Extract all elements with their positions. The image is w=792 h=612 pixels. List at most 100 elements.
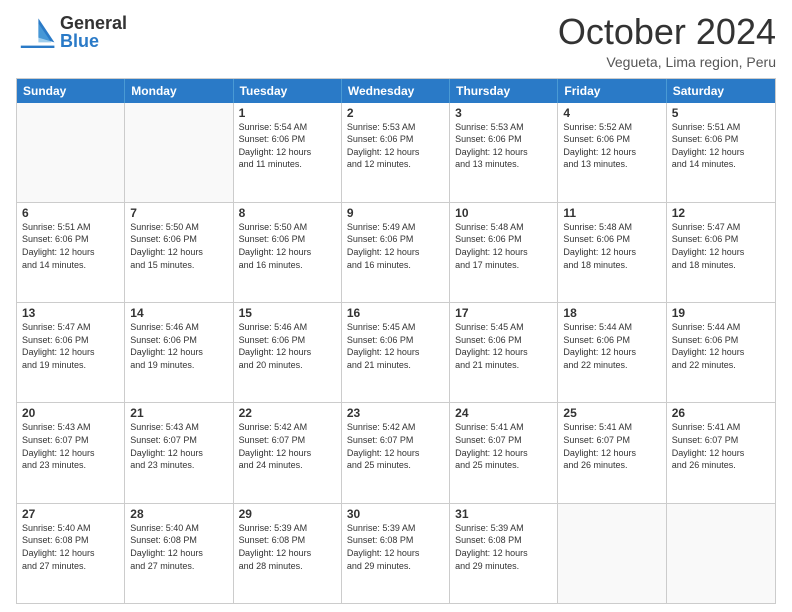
calendar-cell: 18Sunrise: 5:44 AM Sunset: 6:06 PM Dayli… xyxy=(558,303,666,402)
calendar-header: Sunday Monday Tuesday Wednesday Thursday… xyxy=(17,79,775,103)
day-info: Sunrise: 5:44 AM Sunset: 6:06 PM Dayligh… xyxy=(672,321,770,371)
calendar-cell: 30Sunrise: 5:39 AM Sunset: 6:08 PM Dayli… xyxy=(342,504,450,603)
calendar-week-5: 27Sunrise: 5:40 AM Sunset: 6:08 PM Dayli… xyxy=(17,503,775,603)
logo-wordmark: General Blue xyxy=(60,14,127,50)
location: Vegueta, Lima region, Peru xyxy=(558,54,776,70)
calendar-cell: 5Sunrise: 5:51 AM Sunset: 6:06 PM Daylig… xyxy=(667,103,775,202)
header-wednesday: Wednesday xyxy=(342,79,450,103)
day-info: Sunrise: 5:52 AM Sunset: 6:06 PM Dayligh… xyxy=(563,121,660,171)
day-info: Sunrise: 5:41 AM Sunset: 6:07 PM Dayligh… xyxy=(672,421,770,471)
calendar-cell: 29Sunrise: 5:39 AM Sunset: 6:08 PM Dayli… xyxy=(234,504,342,603)
day-info: Sunrise: 5:53 AM Sunset: 6:06 PM Dayligh… xyxy=(455,121,552,171)
calendar-cell: 2Sunrise: 5:53 AM Sunset: 6:06 PM Daylig… xyxy=(342,103,450,202)
calendar-cell: 12Sunrise: 5:47 AM Sunset: 6:06 PM Dayli… xyxy=(667,203,775,302)
day-number: 11 xyxy=(563,206,660,220)
calendar-week-4: 20Sunrise: 5:43 AM Sunset: 6:07 PM Dayli… xyxy=(17,402,775,502)
header-tuesday: Tuesday xyxy=(234,79,342,103)
day-number: 8 xyxy=(239,206,336,220)
day-info: Sunrise: 5:50 AM Sunset: 6:06 PM Dayligh… xyxy=(239,221,336,271)
day-info: Sunrise: 5:39 AM Sunset: 6:08 PM Dayligh… xyxy=(455,522,552,572)
calendar-cell: 14Sunrise: 5:46 AM Sunset: 6:06 PM Dayli… xyxy=(125,303,233,402)
calendar-cell: 15Sunrise: 5:46 AM Sunset: 6:06 PM Dayli… xyxy=(234,303,342,402)
day-info: Sunrise: 5:43 AM Sunset: 6:07 PM Dayligh… xyxy=(22,421,119,471)
day-info: Sunrise: 5:41 AM Sunset: 6:07 PM Dayligh… xyxy=(563,421,660,471)
day-info: Sunrise: 5:41 AM Sunset: 6:07 PM Dayligh… xyxy=(455,421,552,471)
calendar-cell: 26Sunrise: 5:41 AM Sunset: 6:07 PM Dayli… xyxy=(667,403,775,502)
calendar-cell: 4Sunrise: 5:52 AM Sunset: 6:06 PM Daylig… xyxy=(558,103,666,202)
month-title: October 2024 xyxy=(558,12,776,52)
day-number: 2 xyxy=(347,106,444,120)
day-number: 4 xyxy=(563,106,660,120)
calendar-cell: 21Sunrise: 5:43 AM Sunset: 6:07 PM Dayli… xyxy=(125,403,233,502)
calendar-cell xyxy=(17,103,125,202)
day-number: 28 xyxy=(130,507,227,521)
calendar-cell: 9Sunrise: 5:49 AM Sunset: 6:06 PM Daylig… xyxy=(342,203,450,302)
header-saturday: Saturday xyxy=(667,79,775,103)
day-number: 12 xyxy=(672,206,770,220)
day-info: Sunrise: 5:46 AM Sunset: 6:06 PM Dayligh… xyxy=(130,321,227,371)
day-number: 7 xyxy=(130,206,227,220)
day-info: Sunrise: 5:44 AM Sunset: 6:06 PM Dayligh… xyxy=(563,321,660,371)
calendar-cell xyxy=(125,103,233,202)
calendar-body: 1Sunrise: 5:54 AM Sunset: 6:06 PM Daylig… xyxy=(17,103,775,603)
header-monday: Monday xyxy=(125,79,233,103)
calendar-week-1: 1Sunrise: 5:54 AM Sunset: 6:06 PM Daylig… xyxy=(17,103,775,202)
calendar-cell: 7Sunrise: 5:50 AM Sunset: 6:06 PM Daylig… xyxy=(125,203,233,302)
day-info: Sunrise: 5:40 AM Sunset: 6:08 PM Dayligh… xyxy=(22,522,119,572)
calendar-week-2: 6Sunrise: 5:51 AM Sunset: 6:06 PM Daylig… xyxy=(17,202,775,302)
calendar-cell: 20Sunrise: 5:43 AM Sunset: 6:07 PM Dayli… xyxy=(17,403,125,502)
calendar-cell: 11Sunrise: 5:48 AM Sunset: 6:06 PM Dayli… xyxy=(558,203,666,302)
calendar-cell: 10Sunrise: 5:48 AM Sunset: 6:06 PM Dayli… xyxy=(450,203,558,302)
day-number: 26 xyxy=(672,406,770,420)
header: General Blue October 2024 Vegueta, Lima … xyxy=(16,12,776,70)
day-number: 21 xyxy=(130,406,227,420)
calendar-cell: 6Sunrise: 5:51 AM Sunset: 6:06 PM Daylig… xyxy=(17,203,125,302)
calendar-cell: 22Sunrise: 5:42 AM Sunset: 6:07 PM Dayli… xyxy=(234,403,342,502)
day-number: 13 xyxy=(22,306,119,320)
day-info: Sunrise: 5:51 AM Sunset: 6:06 PM Dayligh… xyxy=(672,121,770,171)
day-number: 9 xyxy=(347,206,444,220)
day-info: Sunrise: 5:42 AM Sunset: 6:07 PM Dayligh… xyxy=(347,421,444,471)
day-number: 23 xyxy=(347,406,444,420)
header-friday: Friday xyxy=(558,79,666,103)
day-info: Sunrise: 5:40 AM Sunset: 6:08 PM Dayligh… xyxy=(130,522,227,572)
day-number: 25 xyxy=(563,406,660,420)
title-area: October 2024 Vegueta, Lima region, Peru xyxy=(558,12,776,70)
day-number: 19 xyxy=(672,306,770,320)
day-number: 20 xyxy=(22,406,119,420)
day-number: 24 xyxy=(455,406,552,420)
day-info: Sunrise: 5:39 AM Sunset: 6:08 PM Dayligh… xyxy=(347,522,444,572)
calendar: Sunday Monday Tuesday Wednesday Thursday… xyxy=(16,78,776,604)
day-number: 10 xyxy=(455,206,552,220)
logo-blue-text: Blue xyxy=(60,32,127,50)
day-info: Sunrise: 5:45 AM Sunset: 6:06 PM Dayligh… xyxy=(455,321,552,371)
logo: General Blue xyxy=(16,12,127,52)
day-info: Sunrise: 5:51 AM Sunset: 6:06 PM Dayligh… xyxy=(22,221,119,271)
day-info: Sunrise: 5:47 AM Sunset: 6:06 PM Dayligh… xyxy=(672,221,770,271)
calendar-cell: 8Sunrise: 5:50 AM Sunset: 6:06 PM Daylig… xyxy=(234,203,342,302)
logo-icon xyxy=(16,12,56,52)
calendar-cell: 16Sunrise: 5:45 AM Sunset: 6:06 PM Dayli… xyxy=(342,303,450,402)
day-info: Sunrise: 5:48 AM Sunset: 6:06 PM Dayligh… xyxy=(563,221,660,271)
calendar-cell: 27Sunrise: 5:40 AM Sunset: 6:08 PM Dayli… xyxy=(17,504,125,603)
day-info: Sunrise: 5:39 AM Sunset: 6:08 PM Dayligh… xyxy=(239,522,336,572)
day-info: Sunrise: 5:47 AM Sunset: 6:06 PM Dayligh… xyxy=(22,321,119,371)
calendar-cell: 19Sunrise: 5:44 AM Sunset: 6:06 PM Dayli… xyxy=(667,303,775,402)
day-info: Sunrise: 5:43 AM Sunset: 6:07 PM Dayligh… xyxy=(130,421,227,471)
calendar-cell: 24Sunrise: 5:41 AM Sunset: 6:07 PM Dayli… xyxy=(450,403,558,502)
day-number: 17 xyxy=(455,306,552,320)
day-info: Sunrise: 5:42 AM Sunset: 6:07 PM Dayligh… xyxy=(239,421,336,471)
day-number: 14 xyxy=(130,306,227,320)
day-number: 6 xyxy=(22,206,119,220)
logo-general-text: General xyxy=(60,14,127,32)
day-number: 1 xyxy=(239,106,336,120)
calendar-week-3: 13Sunrise: 5:47 AM Sunset: 6:06 PM Dayli… xyxy=(17,302,775,402)
calendar-cell: 31Sunrise: 5:39 AM Sunset: 6:08 PM Dayli… xyxy=(450,504,558,603)
calendar-cell: 1Sunrise: 5:54 AM Sunset: 6:06 PM Daylig… xyxy=(234,103,342,202)
day-info: Sunrise: 5:53 AM Sunset: 6:06 PM Dayligh… xyxy=(347,121,444,171)
calendar-cell: 3Sunrise: 5:53 AM Sunset: 6:06 PM Daylig… xyxy=(450,103,558,202)
day-info: Sunrise: 5:50 AM Sunset: 6:06 PM Dayligh… xyxy=(130,221,227,271)
header-thursday: Thursday xyxy=(450,79,558,103)
day-info: Sunrise: 5:48 AM Sunset: 6:06 PM Dayligh… xyxy=(455,221,552,271)
day-number: 16 xyxy=(347,306,444,320)
